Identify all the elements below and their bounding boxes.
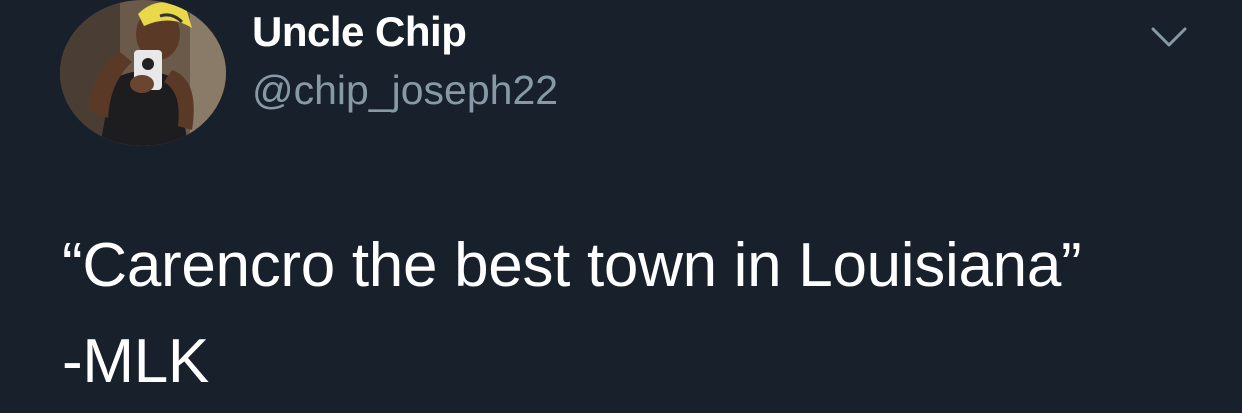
tweet-card: Uncle Chip @chip_joseph22 “Carencro the … [0,0,1242,413]
author-display-name[interactable]: Uncle Chip [252,8,467,56]
avatar-photo-icon [60,0,226,146]
chevron-down-icon[interactable] [1150,24,1188,50]
tweet-text: “Carencro the best town in Louisiana” -M… [62,231,1082,396]
avatar[interactable] [60,0,226,146]
author-handle[interactable]: @chip_joseph22 [252,67,558,114]
